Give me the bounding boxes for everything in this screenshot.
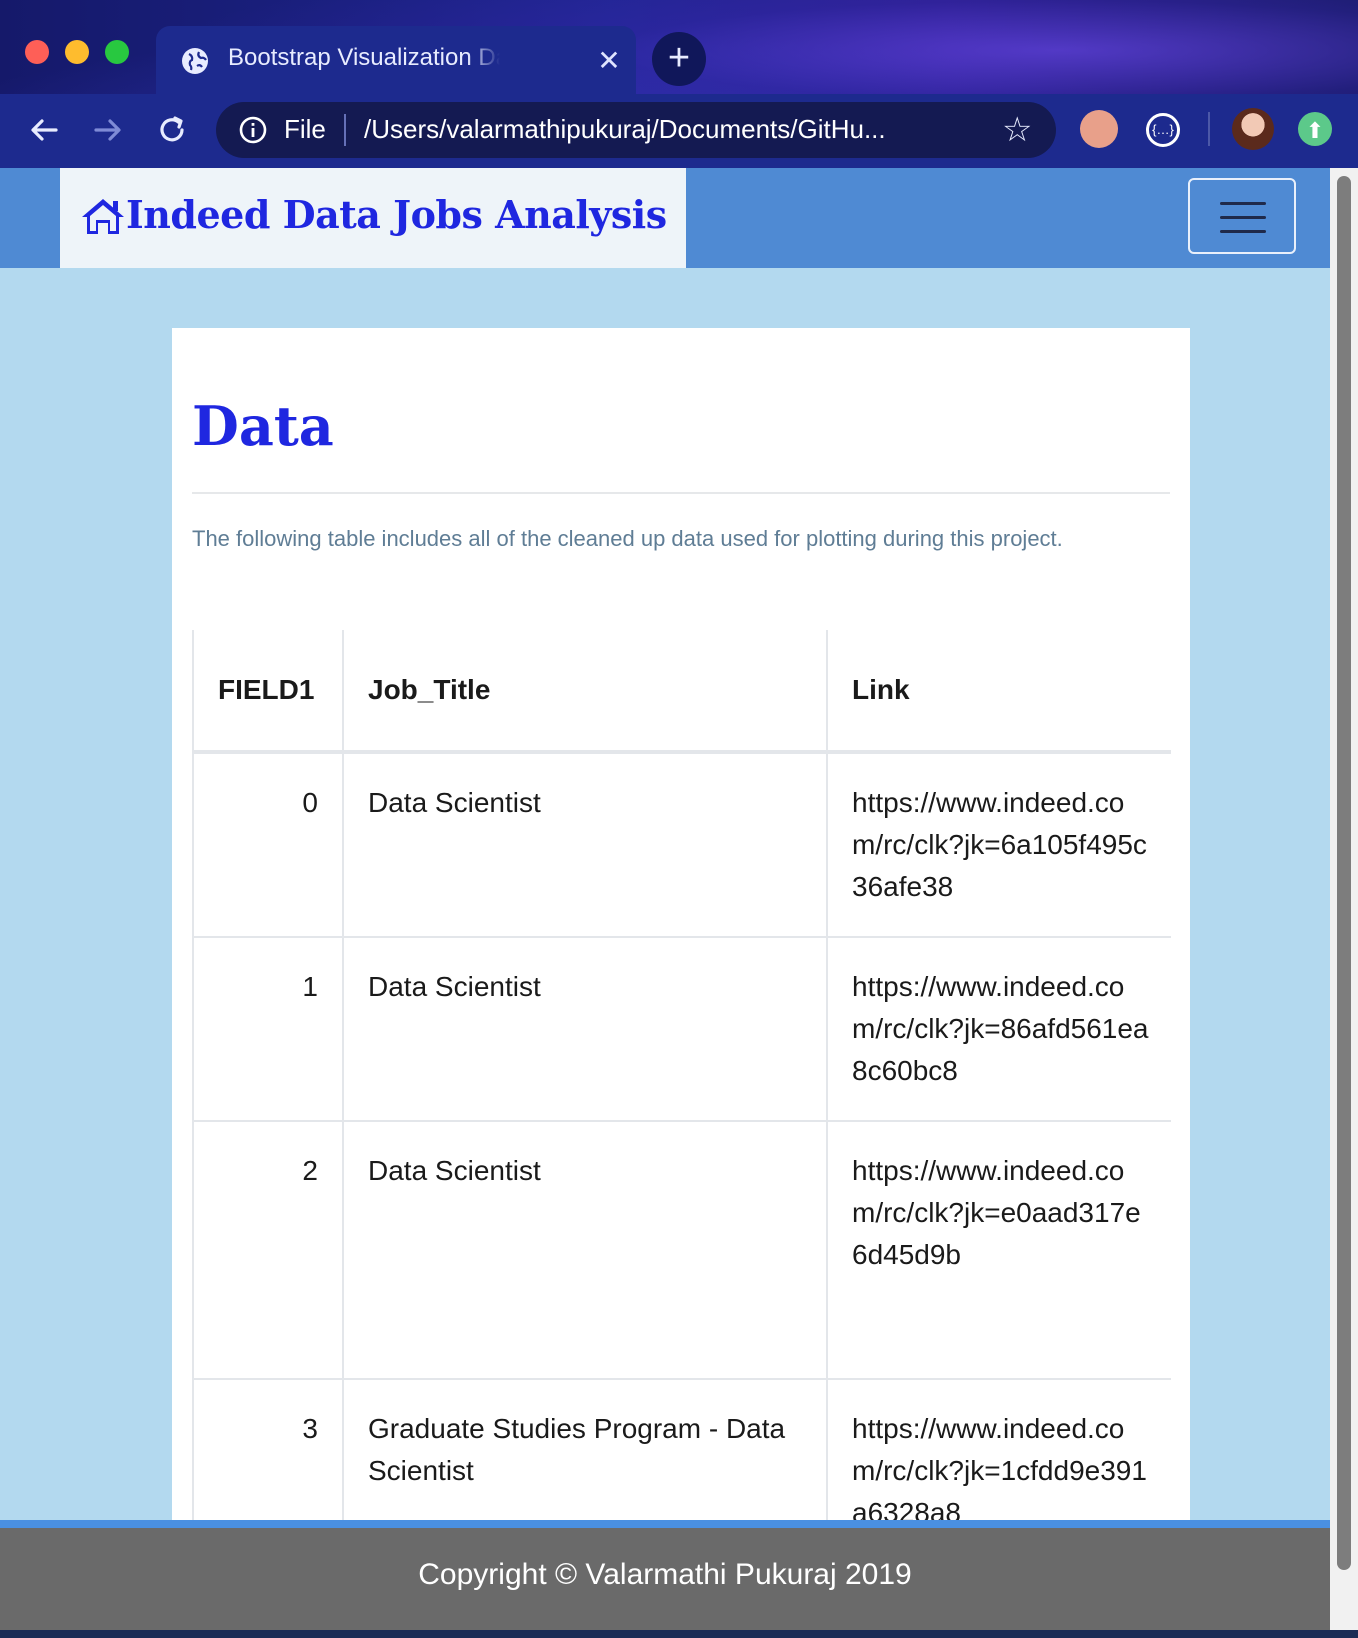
page-scrollbar[interactable] (1330, 168, 1358, 1630)
column-header-link[interactable]: Link (826, 630, 1171, 754)
browser-toolbar: File /Users/valarmathipukuraj/Documents/… (0, 94, 1358, 168)
minimize-window-button[interactable] (65, 40, 89, 64)
column-header-field1[interactable]: FIELD1 (192, 630, 344, 754)
window-bottom-edge (0, 1630, 1358, 1638)
tab-title: Bootstrap Visualization Dashboard (228, 44, 500, 71)
home-icon (82, 199, 124, 234)
cell-job-title: Data Scientist (342, 1120, 828, 1380)
back-arrow-icon[interactable] (22, 108, 66, 152)
navbar: Indeed Data Jobs Analysis (0, 168, 1330, 268)
table-row: 0 Data Scientist https://www.indeed.com/… (192, 751, 1171, 938)
navbar-brand[interactable]: Indeed Data Jobs Analysis (60, 168, 686, 268)
browser-chrome: Bootstrap Visualization Dashboard ✕ + Fi… (0, 0, 1358, 168)
column-header-job-title[interactable]: Job_Title (342, 630, 828, 754)
json-viewer-icon[interactable]: {…} (1146, 113, 1180, 147)
job-link[interactable]: https://www.indeed.com/rc/clk?jk=e0aad31… (852, 1150, 1152, 1276)
toolbar-divider (1208, 112, 1210, 146)
page-description: The following table includes all of the … (192, 526, 1063, 551)
cell-link: https://www.indeed.com/rc/clk?jk=86afd56… (826, 936, 1171, 1122)
globe-icon (182, 48, 208, 74)
star-icon[interactable]: ☆ (1002, 110, 1032, 150)
forward-arrow-icon[interactable] (86, 108, 130, 152)
profile-avatar[interactable] (1232, 108, 1274, 150)
tab-close-icon[interactable]: ✕ (592, 44, 626, 78)
job-link[interactable]: https://www.indeed.com/rc/clk?jk=86afd56… (852, 966, 1152, 1092)
new-tab-button[interactable]: + (652, 32, 706, 86)
url-scheme-label: File (284, 114, 326, 144)
brand-title: Indeed Data Jobs Analysis (126, 192, 667, 237)
cell-link: https://www.indeed.com/rc/clk?jk=e0aad31… (826, 1120, 1171, 1380)
table-row: 2 Data Scientist https://www.indeed.com/… (192, 1120, 1171, 1380)
browser-tab[interactable]: Bootstrap Visualization Dashboard ✕ (156, 26, 636, 94)
data-table: FIELD1 Job_Title Link 0 Data Scientist h… (192, 630, 1171, 1548)
page-title: Data (192, 394, 334, 458)
table-row: 1 Data Scientist https://www.indeed.com/… (192, 936, 1171, 1122)
cell-field1: 2 (192, 1120, 344, 1380)
extension-icon[interactable] (1080, 110, 1118, 148)
tab-strip: Bootstrap Visualization Dashboard ✕ + (0, 0, 1358, 94)
update-icon[interactable]: ⬆ (1298, 112, 1332, 146)
cell-link: https://www.indeed.com/rc/clk?jk=6a105f4… (826, 751, 1171, 938)
url-text[interactable]: /Users/valarmathipukuraj/Documents/GitHu… (364, 114, 996, 145)
close-window-button[interactable] (25, 40, 49, 64)
zoom-window-button[interactable] (105, 40, 129, 64)
footer: Copyright © Valarmathi Pukuraj 2019 (0, 1520, 1330, 1630)
cell-job-title: Data Scientist (342, 751, 828, 938)
cell-field1: 0 (192, 751, 344, 938)
address-bar[interactable]: File /Users/valarmathipukuraj/Documents/… (216, 102, 1056, 158)
hamburger-menu-icon[interactable] (1188, 178, 1296, 254)
reload-icon[interactable] (150, 108, 194, 152)
cell-job-title: Data Scientist (342, 936, 828, 1122)
page-viewport: Indeed Data Jobs Analysis Data The follo… (0, 168, 1330, 1630)
divider (192, 492, 1170, 494)
omnibox-divider (344, 114, 346, 146)
info-icon[interactable] (238, 115, 268, 145)
job-link[interactable]: https://www.indeed.com/rc/clk?jk=1cfdd9e… (852, 1408, 1152, 1534)
table-header-row: FIELD1 Job_Title Link (192, 630, 1171, 754)
cell-field1: 1 (192, 936, 344, 1122)
copyright-text: Copyright © Valarmathi Pukuraj 2019 (418, 1558, 912, 1591)
scrollbar-thumb[interactable] (1337, 176, 1351, 1570)
job-link[interactable]: https://www.indeed.com/rc/clk?jk=6a105f4… (852, 782, 1152, 908)
content-card: Data The following table includes all of… (172, 328, 1190, 1548)
